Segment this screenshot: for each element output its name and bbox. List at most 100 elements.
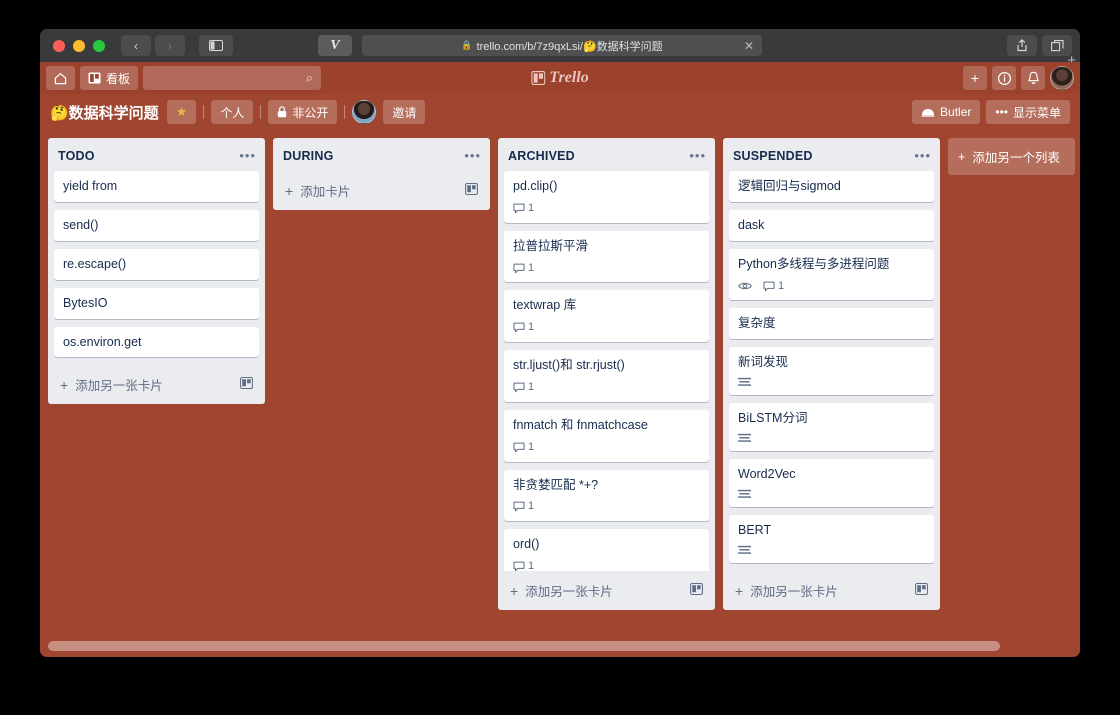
invite-button[interactable]: 邀请: [383, 100, 426, 124]
card[interactable]: yield from: [54, 171, 259, 202]
list-title[interactable]: ARCHIVED: [508, 149, 575, 163]
card[interactable]: ord() 1: [504, 529, 709, 571]
list-title[interactable]: TODO: [58, 149, 95, 163]
card[interactable]: BiLSTM分词: [729, 403, 934, 452]
star-board-button[interactable]: ★: [166, 100, 197, 124]
card-badges: 1: [513, 499, 701, 514]
card[interactable]: BERT: [729, 514, 934, 563]
minimize-window-button[interactable]: [73, 39, 85, 52]
board-canvas[interactable]: TODO ••• yield from send() re.escape() BytesI…: [40, 130, 1080, 657]
chrome-right-buttons: +: [1007, 35, 1076, 69]
card-comment-badge[interactable]: 1: [763, 279, 784, 294]
description-icon: [738, 433, 751, 442]
card[interactable]: os.environ.get: [54, 326, 259, 358]
card-comment-badge[interactable]: 1: [513, 320, 534, 335]
board-horizontal-scrollbar[interactable]: [48, 641, 1072, 651]
board-member-avatar[interactable]: [352, 100, 377, 124]
user-avatar[interactable]: [1050, 66, 1074, 90]
header-divider-2: [260, 105, 262, 119]
card-comment-badge[interactable]: 1: [513, 499, 534, 514]
comment-icon: [513, 263, 525, 273]
card-description-badge: [738, 433, 751, 444]
share-button[interactable]: [1007, 35, 1037, 56]
plus-icon: +: [510, 582, 519, 599]
info-button[interactable]: [992, 66, 1016, 90]
add-button[interactable]: +: [963, 66, 987, 90]
maximize-window-button[interactable]: [93, 39, 105, 52]
card-title: 拉普拉斯平滑: [513, 238, 589, 253]
card[interactable]: pd.clip() 1: [504, 171, 709, 223]
card-comment-badge[interactable]: 1: [513, 261, 534, 276]
close-window-button[interactable]: [53, 39, 65, 52]
card[interactable]: 逻辑回归与sigmod: [729, 171, 934, 202]
notifications-button[interactable]: [1021, 66, 1045, 90]
card[interactable]: re.escape(): [54, 248, 259, 280]
card-title: BiLSTM分词: [738, 411, 808, 426]
add-card-button[interactable]: + 添加卡片: [273, 173, 490, 206]
card-title: 复杂度: [738, 316, 776, 331]
scrollbar-thumb[interactable]: [48, 641, 1001, 651]
card[interactable]: Python多线程与多进程问题 1: [729, 248, 934, 301]
share-icon: [1017, 39, 1027, 52]
add-card-button[interactable]: + 添加另一张卡片: [48, 367, 265, 400]
close-tab-button[interactable]: ✕: [744, 39, 754, 53]
list-title[interactable]: SUSPENDED: [733, 149, 813, 163]
card-badges: 1: [513, 261, 701, 276]
plus-icon: +: [958, 149, 966, 164]
add-card-label: 添加卡片: [300, 185, 351, 199]
card-list[interactable]: yield from send() re.escape() BytesIO os.env…: [48, 171, 265, 365]
header-divider-1: [203, 105, 205, 119]
add-card-button[interactable]: + 添加另一张卡片: [498, 573, 715, 606]
card-watch-badge[interactable]: [738, 281, 752, 291]
list-menu-button[interactable]: •••: [239, 148, 256, 163]
home-button[interactable]: [46, 66, 75, 90]
card[interactable]: 拉普拉斯平滑 1: [504, 230, 709, 283]
list-menu-button[interactable]: •••: [689, 148, 706, 163]
card[interactable]: dask: [729, 209, 934, 241]
add-another-list-button[interactable]: + 添加另一个列表: [948, 138, 1075, 175]
card[interactable]: send(): [54, 209, 259, 241]
card[interactable]: BytesIO: [54, 287, 259, 319]
card[interactable]: textwrap 库 1: [504, 290, 709, 343]
card[interactable]: 复杂度: [729, 308, 934, 340]
add-card-button[interactable]: + 添加另一张卡片: [723, 573, 940, 606]
card-list[interactable]: pd.clip() 1 拉普拉斯平滑 1 textwrap 库 1 str.ljust()和…: [498, 171, 715, 571]
card-comment-badge[interactable]: 1: [513, 559, 534, 571]
card-comment-badge[interactable]: 1: [513, 201, 534, 216]
card-comment-badge[interactable]: 1: [513, 380, 534, 395]
vimium-extension-button[interactable]: V: [318, 35, 352, 56]
card[interactable]: fnmatch 和 fnmatchcase 1: [504, 409, 709, 462]
trello-logo[interactable]: Trello: [531, 69, 589, 87]
card-list[interactable]: 逻辑回归与sigmod dask Python多线程与多进程问题 1 复杂度新词发现 Bi…: [723, 171, 940, 571]
card[interactable]: Word2Vec: [729, 459, 934, 507]
search-input[interactable]: ⌕: [143, 66, 322, 90]
back-button[interactable]: ‹: [121, 35, 151, 56]
boards-button[interactable]: 看板: [80, 66, 139, 90]
list-menu-button[interactable]: •••: [464, 148, 481, 163]
list-title[interactable]: DURING: [283, 149, 334, 163]
forward-button[interactable]: ›: [155, 35, 185, 56]
board-visibility-button[interactable]: 非公开: [268, 100, 338, 124]
card-comment-badge[interactable]: 1: [513, 440, 534, 455]
butler-button[interactable]: Butler: [912, 100, 981, 124]
description-icon: [738, 378, 751, 386]
board-team-button[interactable]: 个人: [211, 100, 254, 124]
card-title: Python多线程与多进程问题: [738, 256, 890, 271]
card[interactable]: str.ljust()和 str.rjust() 1: [504, 350, 709, 402]
show-menu-button[interactable]: ••• 显示菜单: [986, 100, 1070, 124]
card-template-button[interactable]: [240, 377, 253, 392]
sidebar-toggle-button[interactable]: [199, 35, 233, 56]
card[interactable]: 新词发现: [729, 347, 934, 396]
address-bar[interactable]: 🔒 trello.com/b/7z9qxLsi/🤔数据科学问题 ✕: [362, 35, 762, 56]
comment-count: 1: [778, 279, 785, 292]
comment-count: 1: [528, 261, 535, 274]
card-template-button[interactable]: [915, 583, 928, 598]
list-menu-button[interactable]: •••: [914, 148, 931, 163]
trello-nav-actions: +: [963, 66, 1074, 90]
browser-window: ‹ › V 🔒 trello.com/b/7z9qxLsi/🤔数据科学问题 ✕: [40, 29, 1080, 657]
card[interactable]: 非贪婪匹配 *+? 1: [504, 469, 709, 522]
card-template-button[interactable]: [465, 183, 478, 198]
board-title[interactable]: 🤔数据科学问题: [50, 102, 159, 123]
card-template-button[interactable]: [690, 583, 703, 598]
board-header-actions: Butler ••• 显示菜单: [912, 100, 1070, 124]
